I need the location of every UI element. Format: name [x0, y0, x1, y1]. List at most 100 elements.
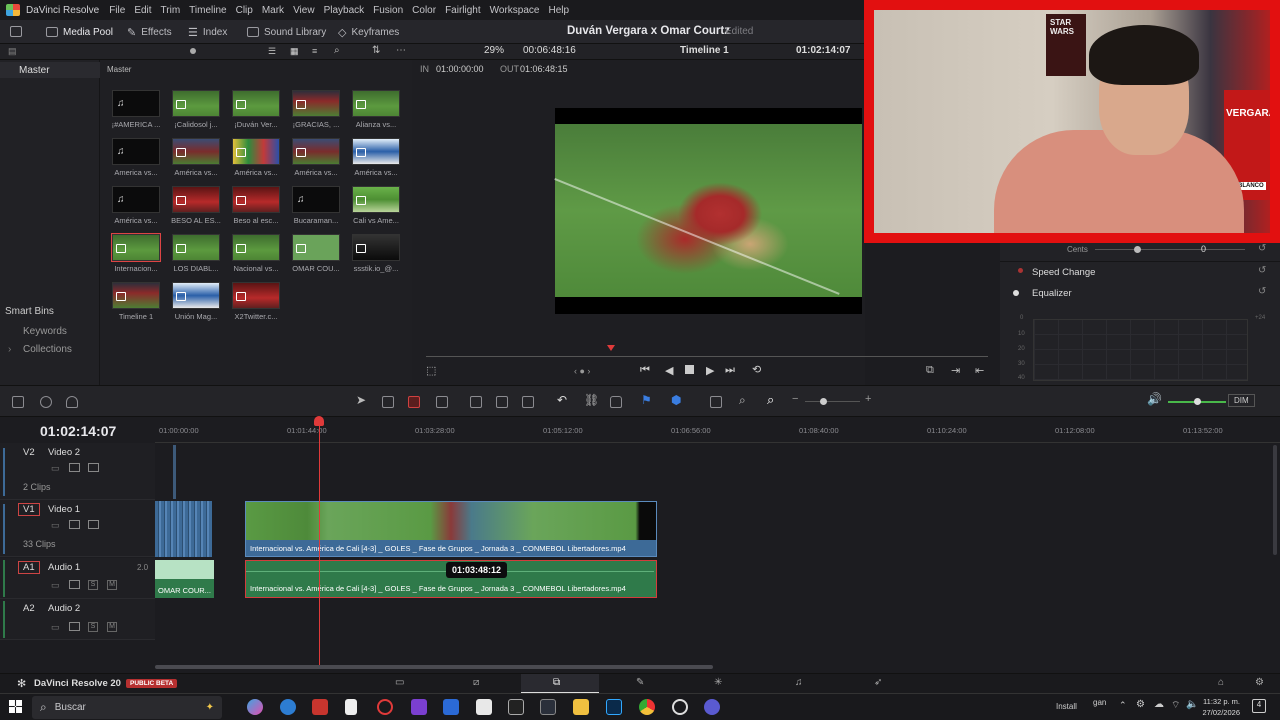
- media-clip[interactable]: ¡Duván Ver...: [232, 90, 280, 130]
- media-page-icon[interactable]: ▭: [395, 677, 404, 688]
- menu-mark[interactable]: Mark: [262, 5, 284, 16]
- auto-select-icon[interactable]: [69, 463, 80, 472]
- prev-edit-icon[interactable]: ⇤: [975, 364, 984, 377]
- timeline-selector[interactable]: Timeline 1: [680, 45, 729, 56]
- track-lock-icon[interactable]: ▭: [51, 463, 60, 474]
- effects-button[interactable]: ✎ Effects: [127, 24, 172, 40]
- detail-zoom-icon[interactable]: ⌕: [739, 393, 746, 408]
- taskbar-search[interactable]: ⌕ Buscar ✦: [32, 696, 222, 719]
- media-clip[interactable]: ssstik.io_@...: [352, 234, 400, 274]
- fusion-page-icon[interactable]: ✎: [636, 677, 644, 688]
- video-frame[interactable]: [554, 108, 862, 314]
- media-clip[interactable]: Unión Mag...: [172, 282, 220, 322]
- cut-page-icon[interactable]: ⧄: [473, 677, 479, 688]
- dim-button[interactable]: DIM: [1228, 394, 1255, 407]
- copilot-icon[interactable]: [247, 699, 263, 715]
- viewer-zoom[interactable]: 29%: [484, 45, 504, 56]
- volume-slider-handle[interactable]: [1194, 398, 1201, 405]
- match-frame-icon[interactable]: ⧉: [926, 364, 934, 377]
- app-icon[interactable]: [312, 699, 328, 715]
- media-clip[interactable]: ¡#AMERICA ...: [112, 90, 160, 130]
- collections-bin[interactable]: Collections: [23, 344, 72, 355]
- track-id[interactable]: V1: [18, 503, 40, 516]
- overwrite-clip-icon[interactable]: [496, 396, 508, 408]
- media-clip[interactable]: América vs...: [172, 138, 220, 178]
- media-clip[interactable]: ¡Calidosol j...: [172, 90, 220, 130]
- jog-icon[interactable]: ‹ ● ›: [574, 366, 590, 376]
- edge-icon[interactable]: [280, 699, 296, 715]
- track-id[interactable]: A1: [18, 561, 40, 574]
- playhead-handle-icon[interactable]: [314, 416, 324, 426]
- sort-icon[interactable]: ⇅: [372, 45, 380, 56]
- collections-chevron-icon[interactable]: ›: [8, 344, 11, 355]
- reverse-play-icon[interactable]: ◀: [665, 364, 673, 377]
- tray-app-icon[interactable]: ☁: [1154, 699, 1164, 710]
- scrub-playhead-icon[interactable]: [607, 345, 615, 351]
- track-lock-icon[interactable]: ▭: [51, 520, 60, 531]
- media-clip[interactable]: LOS DIABL...: [172, 234, 220, 274]
- clock-time[interactable]: 11:32 p. m.: [1200, 697, 1240, 706]
- blade-tool-icon[interactable]: [408, 396, 420, 408]
- media-pool-button[interactable]: Media Pool: [46, 24, 113, 40]
- media-clip[interactable]: Beso al esc...: [232, 186, 280, 226]
- track-visibility-icon[interactable]: [88, 463, 99, 472]
- more-options-icon[interactable]: ⋯: [396, 45, 406, 56]
- search-icon[interactable]: ⌕: [334, 45, 340, 56]
- v2-clip[interactable]: [173, 445, 176, 499]
- discord-icon[interactable]: [704, 699, 720, 715]
- start-icon[interactable]: [9, 700, 22, 713]
- first-frame-icon[interactable]: ⏮: [640, 364, 650, 377]
- file-explorer-icon[interactable]: [573, 699, 589, 715]
- scrub-bar[interactable]: [426, 356, 988, 357]
- equalizer-reset-icon[interactable]: ↺: [1258, 286, 1266, 297]
- snapping-icon[interactable]: ↶: [557, 393, 567, 407]
- speed-change-dot-icon[interactable]: [1018, 268, 1023, 273]
- crop-icon[interactable]: ⬚: [426, 364, 436, 377]
- widget-text[interactable]: gan: [1093, 698, 1106, 707]
- flag-icon[interactable]: ⚑: [641, 393, 652, 407]
- audio-monitor-icon[interactable]: [40, 396, 52, 408]
- stop-icon[interactable]: [685, 365, 694, 374]
- track-header-v2[interactable]: V2 Video 2 ▭ 2 Clips: [0, 443, 155, 500]
- auto-select-icon[interactable]: [69, 580, 80, 589]
- volume-tray-icon[interactable]: 🔈: [1186, 699, 1198, 710]
- chrome-icon[interactable]: [639, 699, 655, 715]
- v1-short-clips[interactable]: [155, 501, 212, 557]
- selection-tool-icon[interactable]: ➤: [356, 393, 366, 407]
- video-clip[interactable]: Internacional vs. América de Cali [4-3] …: [245, 501, 657, 557]
- cents-reset-icon[interactable]: ↺: [1258, 243, 1266, 254]
- settings-icon[interactable]: ⚙: [1255, 677, 1264, 688]
- insert-clip-icon[interactable]: [470, 396, 482, 408]
- grid-view-icon[interactable]: ▦: [290, 46, 299, 57]
- index-button[interactable]: ☰ Index: [188, 24, 227, 40]
- photoshop-icon[interactable]: [606, 699, 622, 715]
- notepad-icon[interactable]: [345, 699, 357, 715]
- replace-clip-icon[interactable]: [522, 396, 534, 408]
- media-clip[interactable]: ¡GRACIAS, ...: [292, 90, 340, 130]
- media-clip[interactable]: América vs...: [232, 138, 280, 178]
- play-icon[interactable]: ▶: [706, 364, 714, 377]
- menu-view[interactable]: View: [293, 5, 315, 16]
- obs-icon[interactable]: [672, 699, 688, 715]
- marker-icon[interactable]: ⬢: [671, 393, 681, 407]
- voiceover-icon[interactable]: [66, 396, 78, 408]
- tray-app-icon[interactable]: ⚙: [1136, 699, 1145, 710]
- in-timecode[interactable]: 01:00:00:00: [436, 64, 484, 74]
- menu-clip[interactable]: Clip: [236, 5, 253, 16]
- keywords-bin[interactable]: Keywords: [23, 326, 67, 337]
- media-clip[interactable]: X2Twitter.c...: [232, 282, 280, 322]
- menu-help[interactable]: Help: [548, 5, 569, 16]
- custom-zoom-icon[interactable]: ⌕: [767, 392, 774, 408]
- media-clip[interactable]: América vs...: [292, 138, 340, 178]
- media-clip[interactable]: America vs...: [112, 138, 160, 178]
- media-clip[interactable]: Cali vs Ame...: [352, 186, 400, 226]
- fairlight-page-icon[interactable]: ♫: [795, 677, 803, 688]
- sound-library-button[interactable]: Sound Library: [247, 24, 326, 40]
- network-icon[interactable]: ⌔: [1171, 699, 1180, 712]
- speed-reset-icon[interactable]: ↺: [1258, 265, 1266, 276]
- position-lock-icon[interactable]: [610, 396, 622, 408]
- media-clip[interactable]: BESO AL ES...: [171, 186, 221, 226]
- mute-button[interactable]: M: [107, 622, 117, 632]
- menu-timeline[interactable]: Timeline: [189, 5, 226, 16]
- media-clip[interactable]: Internacion...: [111, 233, 161, 274]
